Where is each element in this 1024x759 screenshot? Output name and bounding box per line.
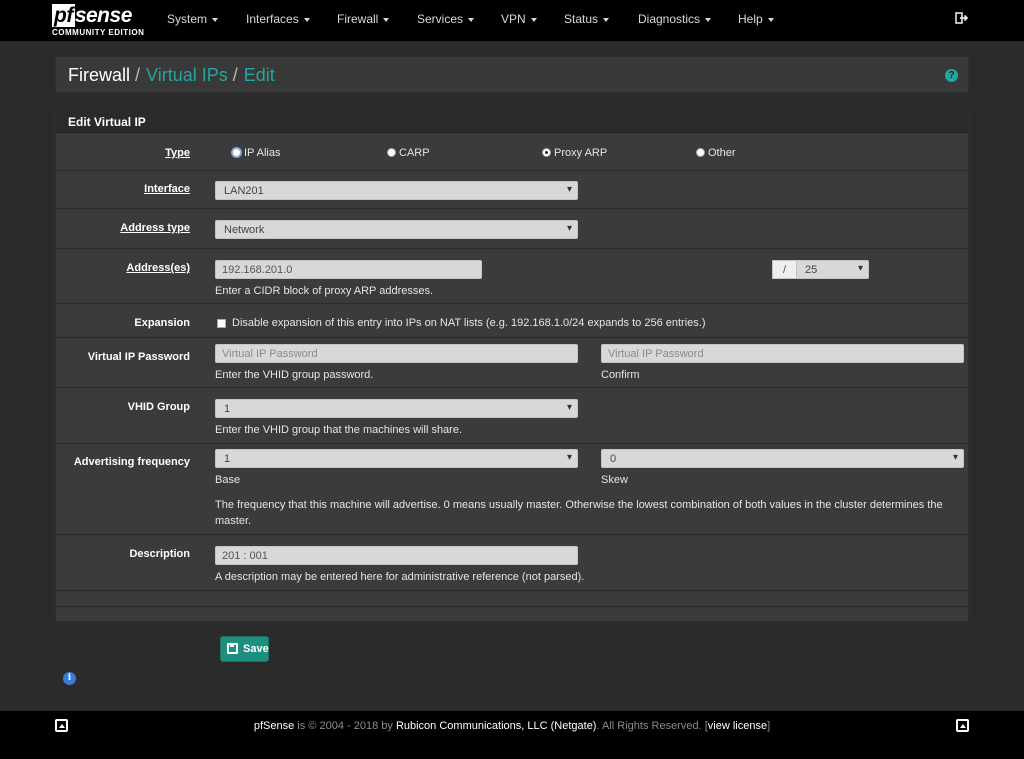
chevron-down-icon [468, 17, 475, 22]
vhid-label: VHID Group [127, 401, 190, 413]
row-vhid: VHID Group 1 Enter the VHID group that t… [56, 388, 968, 444]
adv-frequency-label: Advertising frequency [73, 456, 190, 468]
page-footer: pfSense is © 2004 - 2018 by Rubicon Comm… [0, 711, 1024, 759]
interface-label: Interface [144, 183, 190, 195]
password-help: Enter the VHID group password. [215, 369, 374, 381]
nav-diagnostics[interactable]: Diagnostics [638, 12, 712, 26]
chevron-down-icon [603, 17, 610, 22]
logout-icon[interactable] [955, 11, 969, 25]
row-expansion: Expansion Disable expansion of this entr… [56, 304, 968, 338]
cidr-slash: / [772, 260, 797, 279]
logo-edition: COMMUNITY EDITION [52, 28, 145, 37]
panel-title: Edit Virtual IP [68, 115, 146, 129]
radio-proxy-arp-control[interactable] [542, 148, 551, 157]
radio-ip-alias-control[interactable] [232, 148, 241, 157]
footer-copyright: pfSense is © 2004 - 2018 by Rubicon Comm… [253, 720, 771, 732]
cidr-mask-select[interactable]: 25 [796, 260, 869, 279]
save-button[interactable]: Save [220, 636, 269, 662]
breadcrumb-edit[interactable]: Edit [244, 65, 275, 85]
breadcrumb-firewall: Firewall [68, 65, 131, 85]
radio-proxy-arp[interactable]: Proxy ARP [542, 147, 607, 159]
logo-sense: sense [74, 4, 133, 27]
chevron-down-icon [767, 17, 774, 22]
expansion-label: Expansion [134, 317, 190, 329]
footer-license-link[interactable]: view license [708, 720, 767, 732]
help-icon[interactable]: ? [945, 69, 958, 82]
radio-other[interactable]: Other [696, 147, 736, 159]
address-input[interactable] [215, 260, 482, 279]
nav-services[interactable]: Services [417, 12, 475, 26]
description-input[interactable] [215, 546, 578, 565]
nav-vpn[interactable]: VPN [501, 12, 537, 26]
password-confirm-input[interactable] [601, 344, 964, 363]
expansion-checkbox[interactable] [217, 319, 226, 328]
nav-status[interactable]: Status [564, 12, 610, 26]
chevron-down-icon [530, 17, 537, 22]
radio-other-control[interactable] [696, 148, 705, 157]
save-icon [227, 643, 238, 654]
address-help: Enter a CIDR block of proxy ARP addresse… [215, 285, 434, 297]
address-type-select[interactable]: Network [215, 220, 578, 239]
expansion-checkbox-label[interactable]: Disable expansion of this entry into IPs… [232, 317, 705, 329]
row-type: Type IP Alias CARP Proxy ARP Other [56, 133, 968, 171]
vhid-select[interactable]: 1 [215, 399, 578, 418]
address-type-label: Address type [120, 222, 190, 234]
nav-interfaces[interactable]: Interfaces [246, 12, 310, 26]
row-interface: Interface LAN201 [56, 171, 968, 209]
radio-carp-control[interactable] [387, 148, 396, 157]
adv-skew-select[interactable]: 0 [601, 449, 964, 468]
logo-pf: pf [52, 4, 75, 27]
radio-ip-alias[interactable]: IP Alias [232, 147, 281, 159]
scroll-top-icon-right[interactable] [956, 719, 969, 732]
info-icon[interactable]: i [63, 672, 76, 685]
chevron-down-icon [705, 17, 712, 22]
logo-wordmark: pfsense [52, 4, 132, 28]
panel-heading: Edit Virtual IP [56, 111, 968, 133]
password-input[interactable] [215, 344, 578, 363]
adv-base-select[interactable]: 1 [215, 449, 578, 468]
radio-carp[interactable]: CARP [387, 147, 430, 159]
panel-footer [56, 593, 968, 607]
password-label: Virtual IP Password [87, 351, 190, 363]
breadcrumb: Firewall / Virtual IPs / Edit ? [55, 56, 969, 93]
type-label: Type [165, 147, 190, 159]
chevron-down-icon [383, 17, 390, 22]
breadcrumb-virtual-ips[interactable]: Virtual IPs [146, 65, 228, 85]
vhid-help: Enter the VHID group that the machines w… [215, 424, 463, 436]
password-confirm-label: Confirm [601, 369, 640, 381]
chevron-down-icon [212, 17, 219, 22]
row-address-type: Address type Network [56, 209, 968, 249]
chevron-down-icon [303, 17, 310, 22]
row-adv-frequency: Advertising frequency 1 Base 0 Skew The … [56, 444, 968, 535]
pfsense-logo[interactable]: pfsense COMMUNITY EDITION [52, 4, 148, 38]
page-title: Firewall / Virtual IPs / Edit [68, 65, 275, 85]
adv-skew-label: Skew [601, 474, 628, 486]
addresses-label: Address(es) [126, 262, 190, 274]
description-label: Description [129, 548, 190, 560]
row-addresses: Address(es) / 25 Enter a CIDR block of p… [56, 249, 968, 304]
row-password: Virtual IP Password Enter the VHID group… [56, 338, 968, 388]
adv-base-label: Base [215, 474, 241, 486]
nav-system[interactable]: System [167, 12, 219, 26]
nav-firewall[interactable]: Firewall [337, 12, 390, 26]
adv-frequency-help: The frequency that this machine will adv… [215, 499, 943, 527]
top-navbar: pfsense COMMUNITY EDITION System Interfa… [0, 0, 1024, 41]
row-description: Description A description may be entered… [56, 535, 968, 591]
nav-help[interactable]: Help [738, 12, 774, 26]
interface-select[interactable]: LAN201 [215, 181, 578, 200]
edit-vip-panel: Edit Virtual IP Type IP Alias CARP Proxy… [55, 110, 969, 622]
description-help: A description may be entered here for ad… [215, 571, 585, 583]
footer-company-link[interactable]: Rubicon Communications, LLC (Netgate) [396, 720, 597, 732]
